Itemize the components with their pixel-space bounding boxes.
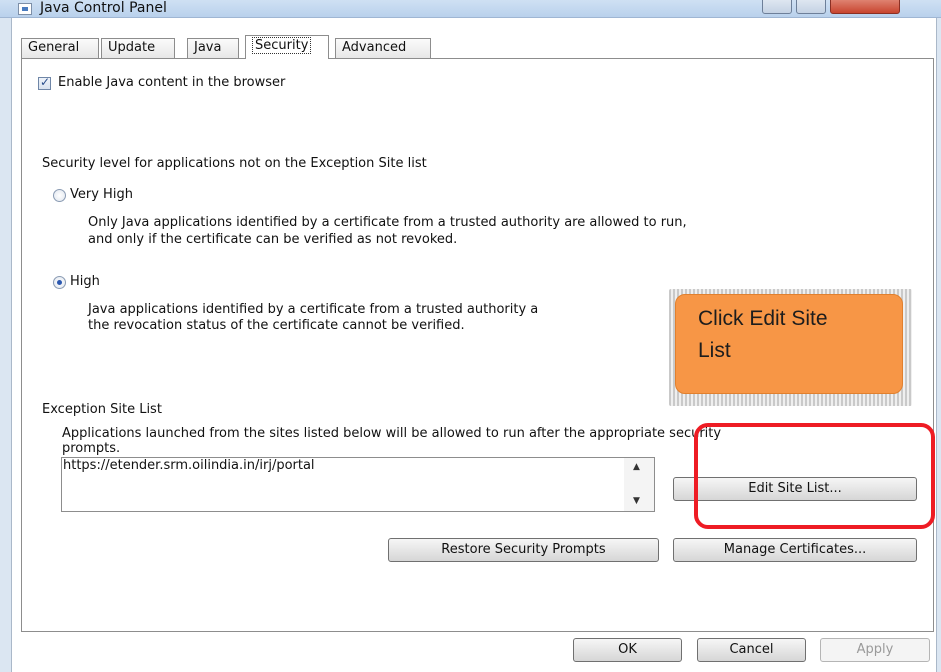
exception-site-list-heading: Exception Site List <box>42 402 162 417</box>
scroll-up-arrow-icon[interactable]: ▲ <box>633 462 640 472</box>
very-high-description: Only Java applications identified by a c… <box>88 215 687 230</box>
exception-site-list-description: Applications launched from the sites lis… <box>62 426 722 441</box>
very-high-label: Very High <box>70 187 133 202</box>
high-description-cont: the revocation status of the certificate… <box>88 318 465 333</box>
very-high-radio[interactable] <box>53 189 66 202</box>
restore-security-prompts-button[interactable]: Restore Security Prompts <box>388 538 659 562</box>
callout-text-line2: List <box>698 339 731 362</box>
maximize-button[interactable] <box>796 0 826 14</box>
apply-button[interactable]: Apply <box>820 638 930 662</box>
tab-advanced[interactable]: Advanced <box>335 38 431 58</box>
callout-text-line1: Click Edit Site <box>698 307 828 330</box>
tab-general[interactable]: General <box>21 38 99 58</box>
tab-update[interactable]: Update <box>101 38 175 58</box>
window-frame-right <box>936 18 941 672</box>
security-level-heading: Security level for applications not on t… <box>42 156 427 171</box>
java-app-icon <box>18 3 32 15</box>
title-bar: Java Control Panel <box>0 0 941 18</box>
cancel-button[interactable]: Cancel <box>697 638 806 662</box>
site-list-scrollbar[interactable]: ▲ ▼ <box>624 458 654 511</box>
exception-site-list-description-cont: prompts. <box>62 441 121 456</box>
tab-security-label: Security <box>252 37 312 54</box>
scroll-down-arrow-icon[interactable]: ▼ <box>633 496 640 506</box>
window-frame-left <box>0 18 12 672</box>
manage-certificates-button[interactable]: Manage Certificates... <box>673 538 917 562</box>
exception-site-listbox[interactable]: https://etender.srm.oilindia.in/irj/port… <box>61 457 655 512</box>
minimize-button[interactable] <box>762 0 792 14</box>
tab-security[interactable]: Security <box>245 35 329 59</box>
very-high-description-cont: and only if the certificate can be verif… <box>88 232 458 247</box>
edit-site-list-highlight <box>694 423 935 529</box>
close-button[interactable] <box>830 0 900 14</box>
site-list-item[interactable]: https://etender.srm.oilindia.in/irj/port… <box>63 458 315 473</box>
window-title: Java Control Panel <box>40 0 167 16</box>
ok-button[interactable]: OK <box>573 638 682 662</box>
enable-java-label: Enable Java content in the browser <box>58 75 286 90</box>
instruction-callout: Click Edit Site List <box>675 294 903 394</box>
high-description: Java applications identified by a certif… <box>88 302 539 317</box>
enable-java-checkbox[interactable] <box>38 75 51 90</box>
high-label: High <box>70 274 100 289</box>
tab-java[interactable]: Java <box>187 38 239 58</box>
high-radio[interactable] <box>53 276 66 289</box>
